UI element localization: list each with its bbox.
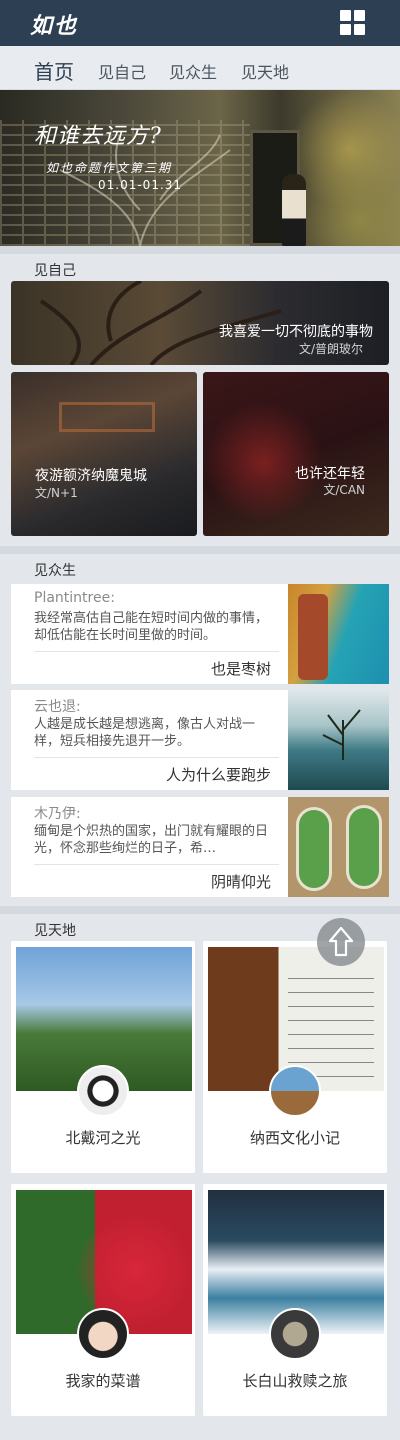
sandal-left [296, 807, 332, 891]
main-nav: 首页 见自己 见众生 见天地 [0, 46, 400, 90]
hero-date: 01.01-01.31 [98, 178, 183, 192]
avatar[interactable] [269, 1308, 321, 1360]
article-title: 夜游额济纳魔鬼城 [35, 468, 147, 484]
section-title-self: 见自己 [34, 263, 76, 279]
hero-figure [282, 174, 306, 246]
quote-card[interactable]: 木乃伊: 缅甸是个炽热的国家，出门就有耀眼的日光，怀念那些绚烂的日子，希… 阴晴… [11, 797, 289, 897]
quote-thumbnail[interactable] [288, 797, 389, 897]
quote-thumbnail[interactable] [288, 584, 389, 684]
section-divider [0, 546, 400, 554]
sandal-right [346, 805, 382, 889]
quote-title: 人为什么要跑步 [165, 766, 271, 784]
arrow-up-icon [328, 926, 354, 957]
top-bar: 如也 [0, 0, 400, 46]
neon-sign [59, 402, 155, 432]
quote-card[interactable]: 云也退: 人越是成长越是想逃离，像古人对战一样，短兵相接先退开一步。 人为什么要… [11, 690, 289, 790]
nav-item-world[interactable]: 见天地 [241, 59, 289, 83]
quote-text: 我经常高估自己能在短时间内做的事情，却低估能在长时间里做的时间。 [34, 611, 269, 643]
section-divider [0, 246, 400, 254]
script-writing [288, 967, 374, 1077]
card-title: 纳西文化小记 [249, 1129, 340, 1147]
nav-item-people[interactable]: 见众生 [169, 59, 217, 83]
avatar[interactable] [77, 1065, 129, 1117]
divider [34, 757, 279, 758]
avatar[interactable] [77, 1308, 129, 1360]
section-title-people: 见众生 [34, 563, 76, 579]
quote-card[interactable]: Plantintree: 我经常高估自己能在短时间内做的事情，却低估能在长时间里… [11, 584, 289, 684]
quote-author: 木乃伊: [34, 806, 81, 822]
article-title: 我喜爱一切不彻底的事物 [219, 324, 373, 340]
divider [34, 864, 279, 865]
article-tile[interactable]: 夜游额济纳魔鬼城 文/N+1 [11, 372, 197, 536]
world-card[interactable]: 我家的菜谱 [11, 1184, 195, 1416]
card-title: 北戴河之光 [65, 1129, 141, 1147]
quote-text: 人越是成长越是想逃离，像古人对战一样，短兵相接先退开一步。 [34, 717, 256, 749]
lake-tree [322, 709, 361, 760]
avatar[interactable] [269, 1065, 321, 1117]
world-card[interactable]: 北戴河之光 [11, 941, 195, 1173]
world-card[interactable]: 纳西文化小记 [203, 941, 387, 1173]
quote-author: Plantintree: [34, 590, 115, 606]
article-tile[interactable]: 我喜爱一切不彻底的事物 文/普朗玻尔 [11, 281, 389, 365]
quote-author: 云也退: [34, 699, 81, 715]
article-tile[interactable]: 也许还年轻 文/CAN [203, 372, 389, 536]
grid-menu-icon[interactable] [340, 10, 366, 36]
thumb-detail [298, 594, 328, 680]
nav-item-self[interactable]: 见自己 [98, 59, 146, 83]
quote-title: 阴晴仰光 [210, 873, 271, 891]
nav-item-home[interactable]: 首页 [34, 56, 74, 85]
article-author: 文/普朗玻尔 [298, 342, 363, 356]
hero-banner[interactable]: 和谁去远方? 如也命题作文第三期 01.01-01.31 [0, 90, 400, 246]
hero-title: 和谁去远方? [34, 124, 162, 149]
quote-title: 也是枣树 [210, 660, 271, 678]
hero-subtitle: 如也命题作文第三期 [46, 161, 173, 175]
section-title-world: 见天地 [34, 923, 76, 939]
world-card[interactable]: 长白山救赎之旅 [203, 1184, 387, 1416]
card-title: 我家的菜谱 [65, 1372, 141, 1390]
quote-thumbnail[interactable] [288, 690, 389, 790]
article-author: 文/CAN [323, 483, 365, 497]
article-author: 文/N+1 [35, 486, 78, 500]
quote-text: 缅甸是个炽热的国家，出门就有耀眼的日光，怀念那些绚烂的日子，希… [34, 824, 269, 856]
back-to-top-button[interactable] [317, 918, 365, 966]
card-title: 长白山救赎之旅 [242, 1372, 348, 1390]
article-title: 也许还年轻 [295, 466, 365, 482]
app-logo[interactable]: 如也 [30, 8, 78, 40]
divider [34, 651, 279, 652]
section-divider [0, 906, 400, 914]
